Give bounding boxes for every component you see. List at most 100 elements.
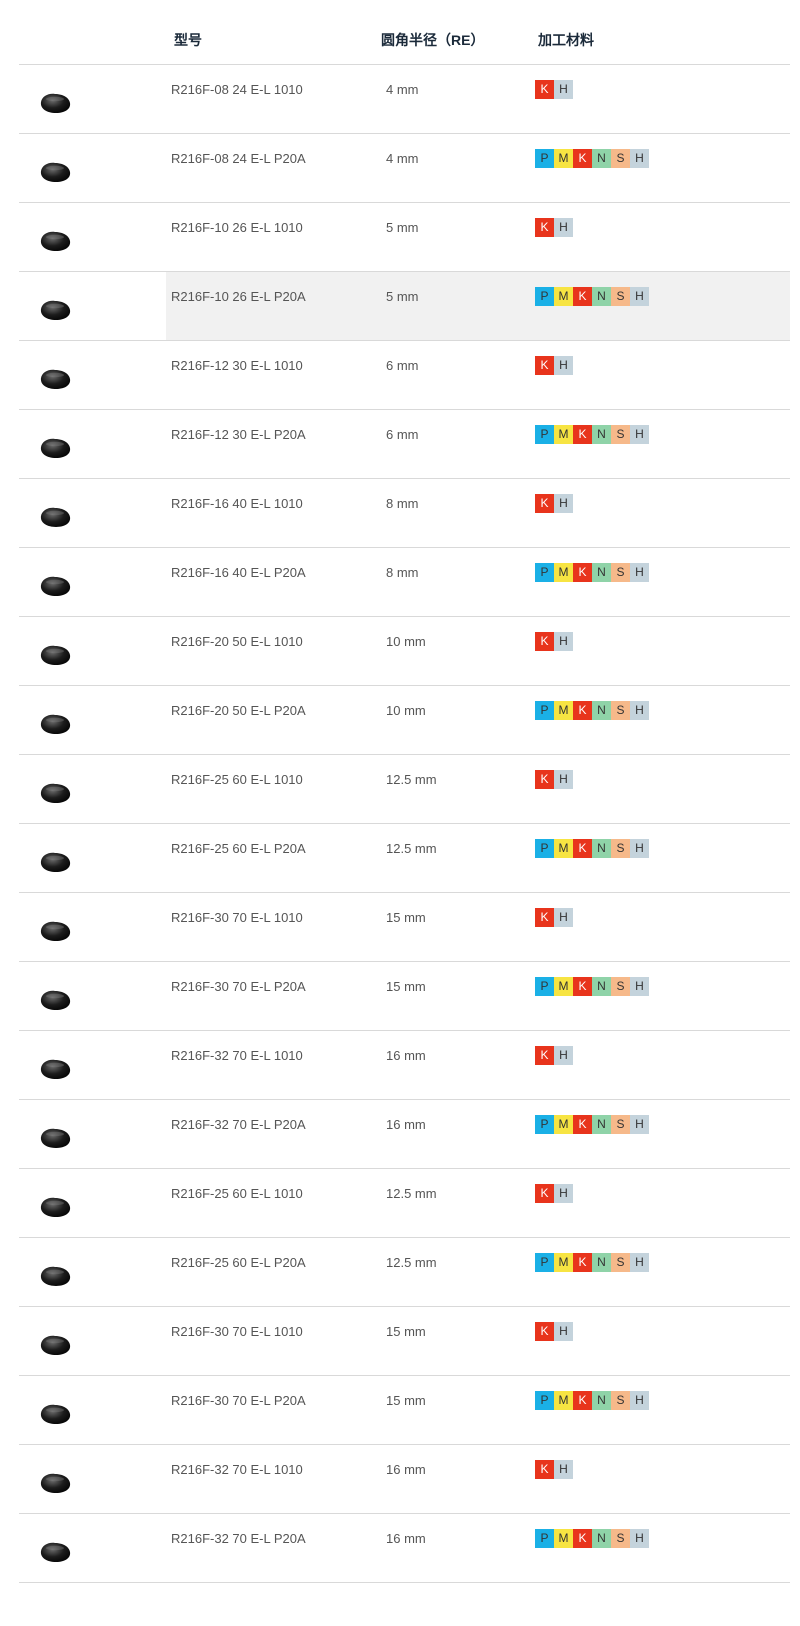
material-badge-n: N [592,425,611,444]
material-badge-s: S [611,1391,630,1410]
insert-thumbnail-image[interactable] [38,229,72,253]
material-badge-k: K [535,908,554,927]
material-badges: KH [535,1046,573,1065]
insert-thumbnail-image[interactable] [38,505,72,529]
insert-thumbnail-image[interactable] [38,1195,72,1219]
insert-thumbnail-image[interactable] [38,367,72,391]
model-cell[interactable]: R216F-30 70 E-L 1010 [171,910,303,925]
table-row[interactable]: R216F-32 70 E-L P20A 16 mm P M K N S H [19,1514,790,1583]
table-row[interactable]: R216F-16 40 E-L P20A 8 mm P M K N S H [19,548,790,617]
insert-thumbnail-image[interactable] [38,1402,72,1426]
table-row[interactable]: R216F-12 30 E-L 1010 6 mm K H [19,341,790,410]
material-badges: KH [535,770,573,789]
material-badge-k: K [573,1253,592,1272]
corner-radius-cell: 8 mm [386,565,419,580]
material-badge-n: N [592,839,611,858]
table-row[interactable]: R216F-08 24 E-L 1010 4 mm K H [19,65,790,134]
model-cell[interactable]: R216F-08 24 E-L 1010 [171,82,303,97]
insert-thumbnail-image[interactable] [38,436,72,460]
corner-radius-cell: 12.5 mm [386,772,437,787]
model-cell[interactable]: R216F-20 50 E-L 1010 [171,634,303,649]
table-row[interactable]: R216F-25 60 E-L 1010 12.5 mm K H [19,1169,790,1238]
model-cell[interactable]: R216F-25 60 E-L 1010 [171,772,303,787]
table-row[interactable]: R216F-25 60 E-L P20A 12.5 mm P M K N S H [19,1238,790,1307]
model-cell[interactable]: R216F-12 30 E-L 1010 [171,358,303,373]
insert-thumbnail-image[interactable] [38,91,72,115]
table-row[interactable]: R216F-08 24 E-L P20A 4 mm P M K N S H [19,134,790,203]
table-row[interactable]: R216F-32 70 E-L 1010 16 mm K H [19,1445,790,1514]
material-badge-h: H [554,356,573,375]
insert-thumbnail-image[interactable] [38,1540,72,1564]
table-row[interactable]: R216F-20 50 E-L P20A 10 mm P M K N S H [19,686,790,755]
insert-thumbnail-image[interactable] [38,850,72,874]
model-cell[interactable]: R216F-32 70 E-L P20A [171,1531,306,1546]
material-badge-n: N [592,1253,611,1272]
material-badges: KH [535,1184,573,1203]
insert-thumbnail-image[interactable] [38,988,72,1012]
table-row[interactable]: R216F-16 40 E-L 1010 8 mm K H [19,479,790,548]
table-row[interactable]: R216F-25 60 E-L P20A 12.5 mm P M K N S H [19,824,790,893]
table-row[interactable]: R216F-10 26 E-L 1010 5 mm K H [19,203,790,272]
table-row[interactable]: R216F-12 30 E-L P20A 6 mm P M K N S H [19,410,790,479]
material-badge-s: S [611,839,630,858]
insert-thumbnail-image[interactable] [38,781,72,805]
insert-thumbnail-image[interactable] [38,919,72,943]
table-row[interactable]: R216F-30 70 E-L 1010 15 mm K H [19,893,790,962]
material-badges: PMKNSH [535,287,649,306]
model-cell[interactable]: R216F-08 24 E-L P20A [171,151,306,166]
table-row[interactable]: R216F-10 26 E-L P20A 5 mm P M K N S H [19,272,790,341]
column-header-radius: 圆角半径（RE） [381,32,485,48]
model-cell[interactable]: R216F-10 26 E-L P20A [171,289,306,304]
material-badge-k: K [573,839,592,858]
insert-thumbnail-image[interactable] [38,1126,72,1150]
model-cell[interactable]: R216F-10 26 E-L 1010 [171,220,303,235]
material-badge-s: S [611,425,630,444]
model-cell[interactable]: R216F-20 50 E-L P20A [171,703,306,718]
table-row[interactable]: R216F-20 50 E-L 1010 10 mm K H [19,617,790,686]
material-badges: PMKNSH [535,701,649,720]
table-row[interactable]: R216F-32 70 E-L 1010 16 mm K H [19,1031,790,1100]
table-row[interactable]: R216F-32 70 E-L P20A 16 mm P M K N S H [19,1100,790,1169]
material-badge-n: N [592,1529,611,1548]
material-badge-k: K [535,80,554,99]
model-cell[interactable]: R216F-32 70 E-L P20A [171,1117,306,1132]
model-cell[interactable]: R216F-30 70 E-L 1010 [171,1324,303,1339]
model-cell[interactable]: R216F-12 30 E-L P20A [171,427,306,442]
table-row[interactable]: R216F-30 70 E-L P20A 15 mm P M K N S H [19,1376,790,1445]
insert-thumbnail-image[interactable] [38,1471,72,1495]
model-cell[interactable]: R216F-30 70 E-L P20A [171,1393,306,1408]
corner-radius-cell: 4 mm [386,82,419,97]
table-row[interactable]: R216F-30 70 E-L 1010 15 mm K H [19,1307,790,1376]
insert-thumbnail-image[interactable] [38,1264,72,1288]
material-badge-k: K [535,218,554,237]
material-badges: KH [535,908,573,927]
model-cell[interactable]: R216F-25 60 E-L P20A [171,1255,306,1270]
insert-thumbnail-image[interactable] [38,574,72,598]
insert-thumbnail-image[interactable] [38,298,72,322]
material-badge-h: H [554,80,573,99]
material-badge-h: H [554,1184,573,1203]
material-badge-k: K [535,1184,554,1203]
material-badge-k: K [535,1460,554,1479]
corner-radius-cell: 15 mm [386,979,426,994]
material-badge-m: M [554,425,573,444]
model-cell[interactable]: R216F-32 70 E-L 1010 [171,1462,303,1477]
material-badge-k: K [573,1529,592,1548]
corner-radius-cell: 15 mm [386,910,426,925]
insert-thumbnail-image[interactable] [38,1333,72,1357]
insert-thumbnail-image[interactable] [38,643,72,667]
model-cell[interactable]: R216F-16 40 E-L P20A [171,565,306,580]
model-cell[interactable]: R216F-16 40 E-L 1010 [171,496,303,511]
model-cell[interactable]: R216F-32 70 E-L 1010 [171,1048,303,1063]
model-cell[interactable]: R216F-30 70 E-L P20A [171,979,306,994]
insert-thumbnail-image[interactable] [38,1057,72,1081]
insert-thumbnail-image[interactable] [38,712,72,736]
table-row[interactable]: R216F-30 70 E-L P20A 15 mm P M K N S H [19,962,790,1031]
material-badge-s: S [611,149,630,168]
model-cell[interactable]: R216F-25 60 E-L 1010 [171,1186,303,1201]
table-row[interactable]: R216F-25 60 E-L 1010 12.5 mm K H [19,755,790,824]
model-cell[interactable]: R216F-25 60 E-L P20A [171,841,306,856]
material-badges: PMKNSH [535,425,649,444]
insert-thumbnail-image[interactable] [38,160,72,184]
corner-radius-cell: 4 mm [386,151,419,166]
